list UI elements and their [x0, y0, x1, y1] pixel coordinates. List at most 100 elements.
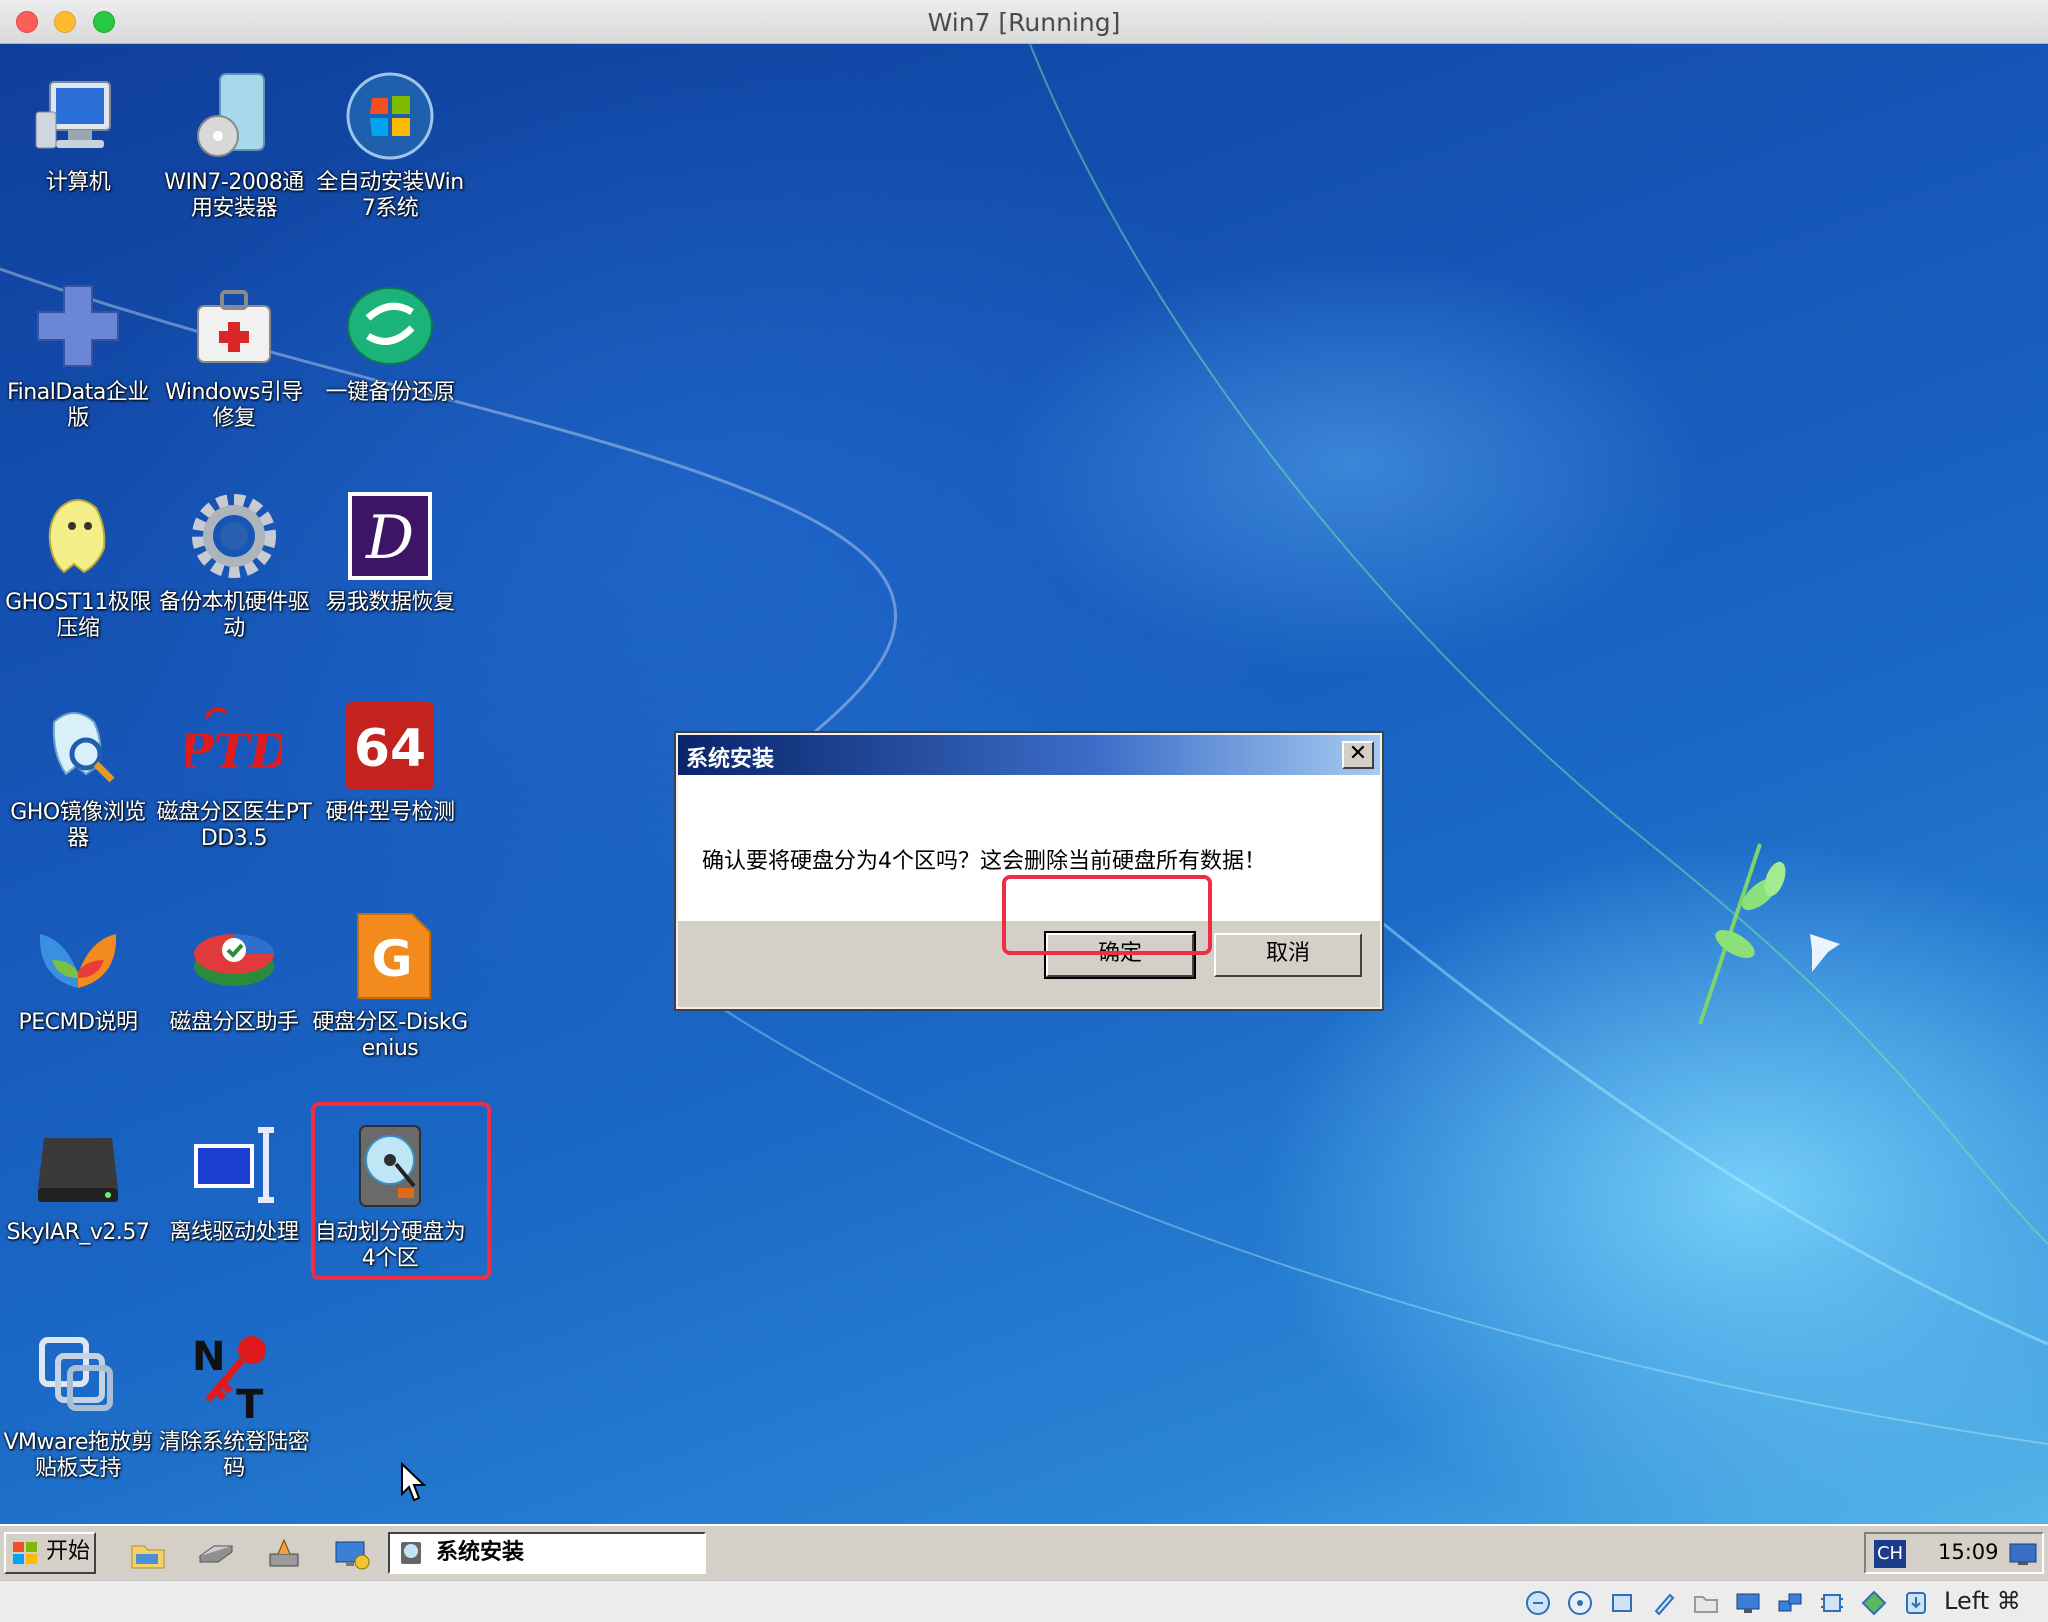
backup-restore-icon	[347, 287, 433, 365]
start-button[interactable]: 开始	[4, 1532, 96, 1574]
drive-icon[interactable]	[196, 1536, 236, 1572]
hard-drive-icon	[38, 1138, 118, 1202]
installer-icon	[197, 73, 265, 157]
ptdd-icon: PTD	[186, 707, 282, 780]
data-recovery-icon: D	[348, 492, 432, 580]
partition-assistant-icon	[194, 934, 274, 986]
desktop-icon-pecmd-help[interactable]: PECMD说明	[0, 894, 156, 1084]
input-language-indicator[interactable]: CH	[1874, 1540, 1906, 1568]
icon-label: 全自动安装Win7系统	[316, 170, 464, 221]
puzzle-cross-icon	[37, 285, 119, 367]
display-icon[interactable]	[2008, 1542, 2038, 1566]
network-icon[interactable]	[1776, 1589, 1804, 1617]
ghost-icon	[48, 499, 106, 574]
icon-label: 易我数据恢复	[325, 590, 455, 615]
ghost-explorer-icon	[52, 712, 115, 783]
desktop-icon-hardware-detect[interactable]: 64 硬件型号检测	[312, 684, 468, 874]
taskbar: 开始 系统安装 CH 15:09	[0, 1524, 2048, 1580]
dialog-close-button[interactable]: ✕	[1342, 741, 1374, 769]
icon-label: 计算机	[45, 170, 111, 195]
windows-flag-icon	[13, 1542, 37, 1564]
icon-label: 硬盘分区-DiskGenius	[312, 1010, 468, 1061]
svg-text:PTD: PTD	[186, 724, 282, 780]
virtualization-icon[interactable]	[1860, 1589, 1888, 1617]
highlight-auto-partition-icon	[311, 1102, 491, 1280]
close-icon: ✕	[1348, 741, 1368, 766]
icon-label: 离线驱动处理	[169, 1220, 299, 1245]
icon-label: 磁盘分区医生PTDD3.5	[156, 800, 312, 851]
desktop-icon-finaldata[interactable]: FinalData企业版	[0, 264, 156, 454]
offline-driver-icon	[194, 1127, 274, 1203]
dialog-message: 确认要将硬盘分为4个区吗？这会删除当前硬盘所有数据！	[702, 849, 1266, 874]
computer-icon	[35, 81, 111, 149]
desktop-icon-backup-drivers[interactable]: 备份本机硬件驱动	[156, 474, 312, 664]
msn-butterfly-icon	[39, 934, 117, 988]
desktop-icon-gho-explorer[interactable]: GHO镜像浏览器	[0, 684, 156, 874]
first-aid-kit-icon	[197, 290, 271, 363]
icon-label: 磁盘分区助手	[169, 1010, 299, 1035]
mouse-capture-icon[interactable]	[1902, 1589, 1930, 1617]
desktop-icon-one-key-backup[interactable]: 一键备份还原	[312, 264, 468, 454]
disk-tool-icon[interactable]	[264, 1536, 304, 1572]
desktop-icon-vmware-dnd[interactable]: VMware拖放剪贴板支持	[0, 1314, 156, 1504]
vmware-icon	[39, 1337, 113, 1411]
hard-disk-status-icon[interactable]	[1524, 1589, 1552, 1617]
nt-password-key-icon: N T	[192, 1334, 266, 1424]
icon-label: 清除系统登陆密码	[158, 1430, 310, 1481]
svg-text:N: N	[192, 1334, 225, 1380]
icon-label: 一键备份还原	[325, 380, 455, 405]
svg-text:T: T	[236, 1382, 264, 1424]
mouse-cursor-icon	[401, 1462, 426, 1502]
diskgenius-icon: G	[357, 913, 431, 999]
monitor-tool-icon[interactable]	[332, 1536, 372, 1572]
desktop-icon-auto-install-win7[interactable]: 全自动安装Win7系统	[312, 54, 468, 244]
disk-app-icon	[401, 1542, 421, 1564]
host-key-label: Left ⌘	[1944, 1587, 2021, 1615]
highlight-ok-button	[1002, 875, 1212, 955]
desktop-icon-partition-assistant[interactable]: 磁盘分区助手	[156, 894, 312, 1084]
icon-label: 硬件型号检测	[325, 800, 455, 825]
taskbar-item-system-install[interactable]: 系统安装	[388, 1532, 706, 1574]
svg-text:D: D	[365, 503, 414, 573]
svg-text:64: 64	[354, 719, 426, 779]
taskbar-item-label: 系统安装	[436, 1540, 525, 1565]
icon-label: FinalData企业版	[7, 380, 149, 431]
desktop-icon-computer[interactable]: 计算机	[0, 54, 156, 244]
icon-label: SkyIAR_v2.57	[6, 1220, 150, 1245]
audio-icon[interactable]	[1608, 1589, 1636, 1617]
optical-drive-icon[interactable]	[1566, 1589, 1594, 1617]
icon-label: Windows引导修复	[165, 380, 303, 431]
icon-label: PECMD说明	[18, 1010, 138, 1035]
desktop: 计算机 WIN7-2008通用安装器 全自动安装Win7系统 FinalData…	[0, 44, 2048, 1524]
system-tray: CH 15:09	[1864, 1532, 2044, 1574]
icon-label: 备份本机硬件驱动	[158, 590, 310, 641]
desktop-icon-ghost11[interactable]: GHOST11极限压缩	[0, 474, 156, 664]
tray-clock[interactable]: 15:09	[1938, 1540, 1999, 1564]
desktop-icon-clear-password[interactable]: N T 清除系统登陆密码	[156, 1314, 312, 1504]
cancel-button[interactable]: 取消	[1214, 933, 1362, 977]
dialog-titlebar: 系统安装 ✕	[678, 735, 1380, 775]
icon-label: GHOST11极限压缩	[5, 590, 151, 641]
display-status-icon[interactable]	[1734, 1589, 1762, 1617]
windows-orb-icon	[346, 72, 434, 160]
icon-label: GHO镜像浏览器	[10, 800, 146, 851]
desktop-icon-windows-boot-repair[interactable]: Windows引导修复	[156, 264, 312, 454]
cpu-icon[interactable]	[1818, 1589, 1846, 1617]
gear-icon	[192, 494, 276, 578]
desktop-icon-diskgenius[interactable]: G 硬盘分区-DiskGenius	[312, 894, 468, 1084]
desktop-icon-offline-driver[interactable]: 离线驱动处理	[156, 1104, 312, 1294]
desktop-icon-skyiar[interactable]: SkyIAR_v2.57	[0, 1104, 156, 1294]
icon-label: WIN7-2008通用安装器	[164, 170, 304, 221]
icon-label: VMware拖放剪贴板支持	[3, 1430, 153, 1481]
vm-status-bar: Left ⌘	[0, 1580, 2048, 1622]
dialog-title: 系统安装	[686, 747, 775, 772]
window-title: Win7 [Running]	[927, 8, 1121, 37]
aida64-icon: 64	[346, 702, 434, 790]
vm-window-titlebar: Win7 [Running]	[0, 0, 2048, 44]
desktop-icon-easeus-recovery[interactable]: D 易我数据恢复	[312, 474, 468, 664]
usb-icon[interactable]	[1650, 1589, 1678, 1617]
desktop-icon-win7-installer[interactable]: WIN7-2008通用安装器	[156, 54, 312, 244]
explorer-folder-icon[interactable]	[128, 1536, 168, 1572]
desktop-icon-ptdd[interactable]: PTD 磁盘分区医生PTDD3.5	[156, 684, 312, 874]
shared-folder-icon[interactable]	[1692, 1589, 1720, 1617]
